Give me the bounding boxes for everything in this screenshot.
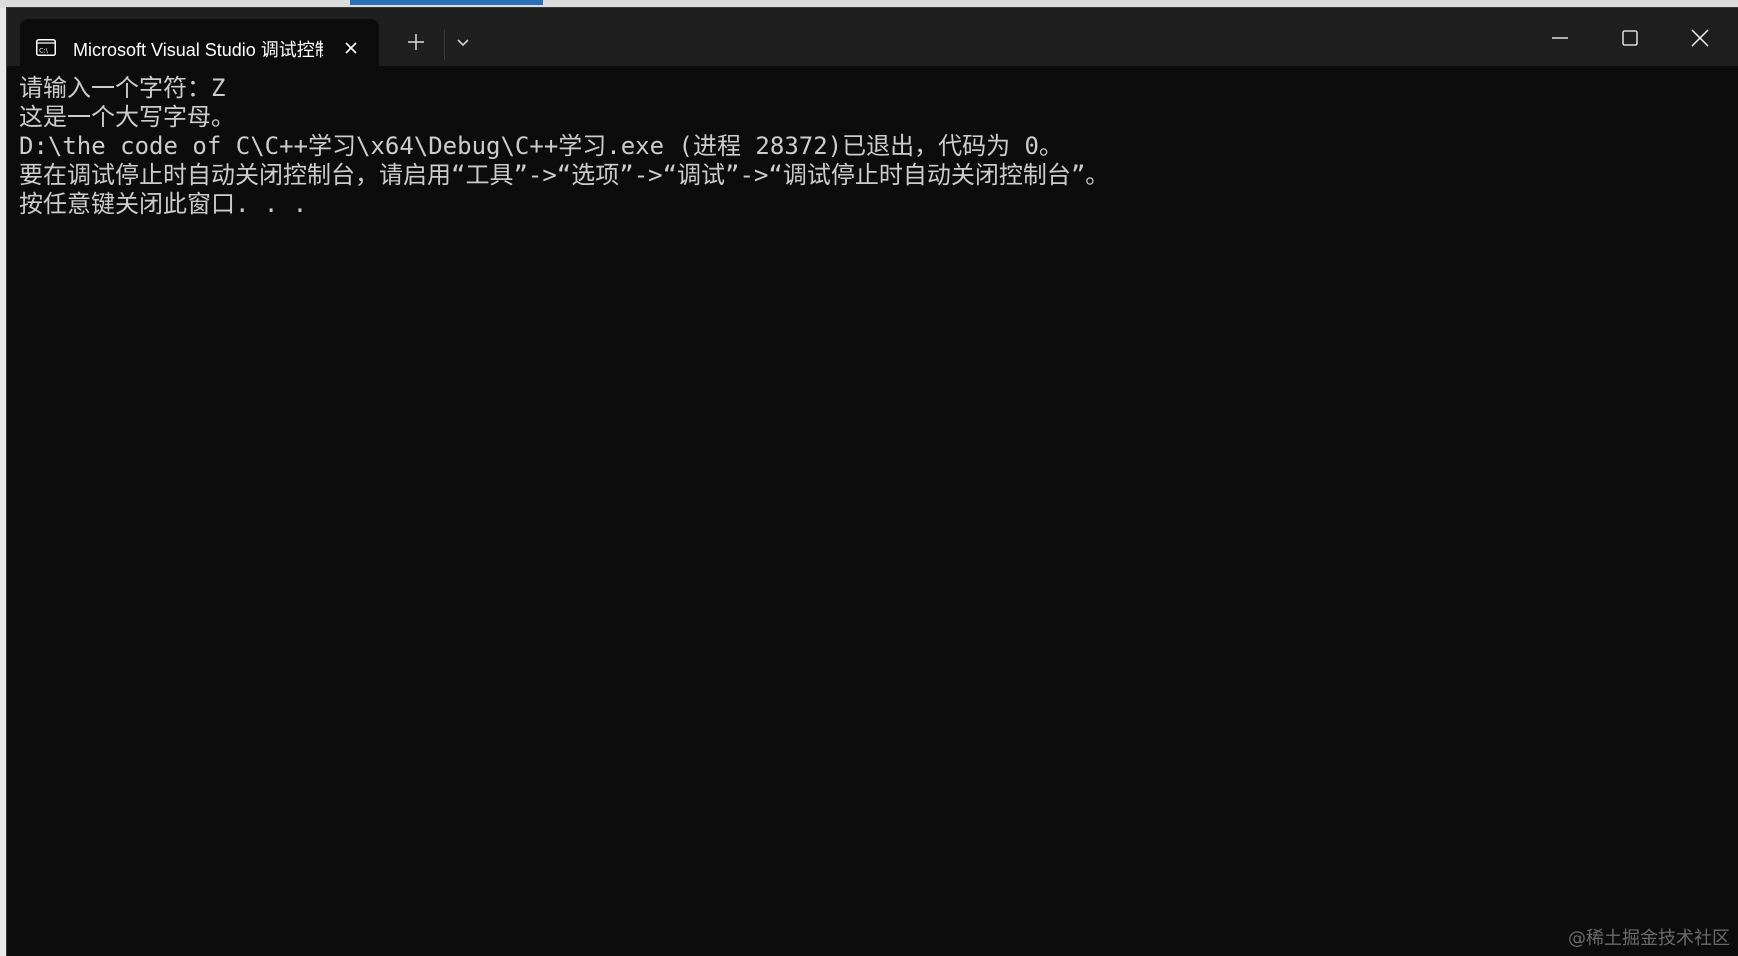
title-bar[interactable]: C:\ Microsoft Visual Studio 调试控制台 [7,8,1738,73]
scrollbar[interactable] [1728,68,1738,956]
close-icon[interactable] [342,39,360,57]
titlebar-divider [444,30,445,60]
console-line: D:\the code of C\C++学习\x64\Debug\C++学习.e… [19,132,1064,160]
close-window-button[interactable] [1673,18,1727,58]
watermark: @稀土掘金技术社区 [1568,928,1730,949]
minimize-button[interactable] [1533,18,1587,58]
console-line: 按任意键关闭此窗口. . . [19,190,308,218]
chevron-down-icon[interactable] [452,32,474,54]
svg-text:C:\: C:\ [39,47,49,55]
console-line: 要在调试停止时自动关闭控制台，请启用“工具”->“选项”->“调试”->“调试停… [19,161,1110,189]
tab-title: Microsoft Visual Studio 调试控制台 [73,40,323,60]
maximize-button[interactable] [1603,18,1657,58]
desktop-background [0,0,1738,8]
terminal-window: C:\ Microsoft Visual Studio 调试控制台 请输入一个字… [7,8,1738,956]
console-line: 请输入一个字符：Z [19,74,226,102]
tab-debug-console[interactable]: C:\ Microsoft Visual Studio 调试控制台 [20,19,379,73]
console-line: 这是一个大写字母。 [19,103,235,131]
console-app-icon: C:\ [36,39,56,56]
console-output[interactable]: 请输入一个字符：Z 这是一个大写字母。 D:\the code of C\C++… [19,74,1719,934]
taskbar-highlight [350,0,543,5]
plus-icon[interactable] [402,28,430,56]
